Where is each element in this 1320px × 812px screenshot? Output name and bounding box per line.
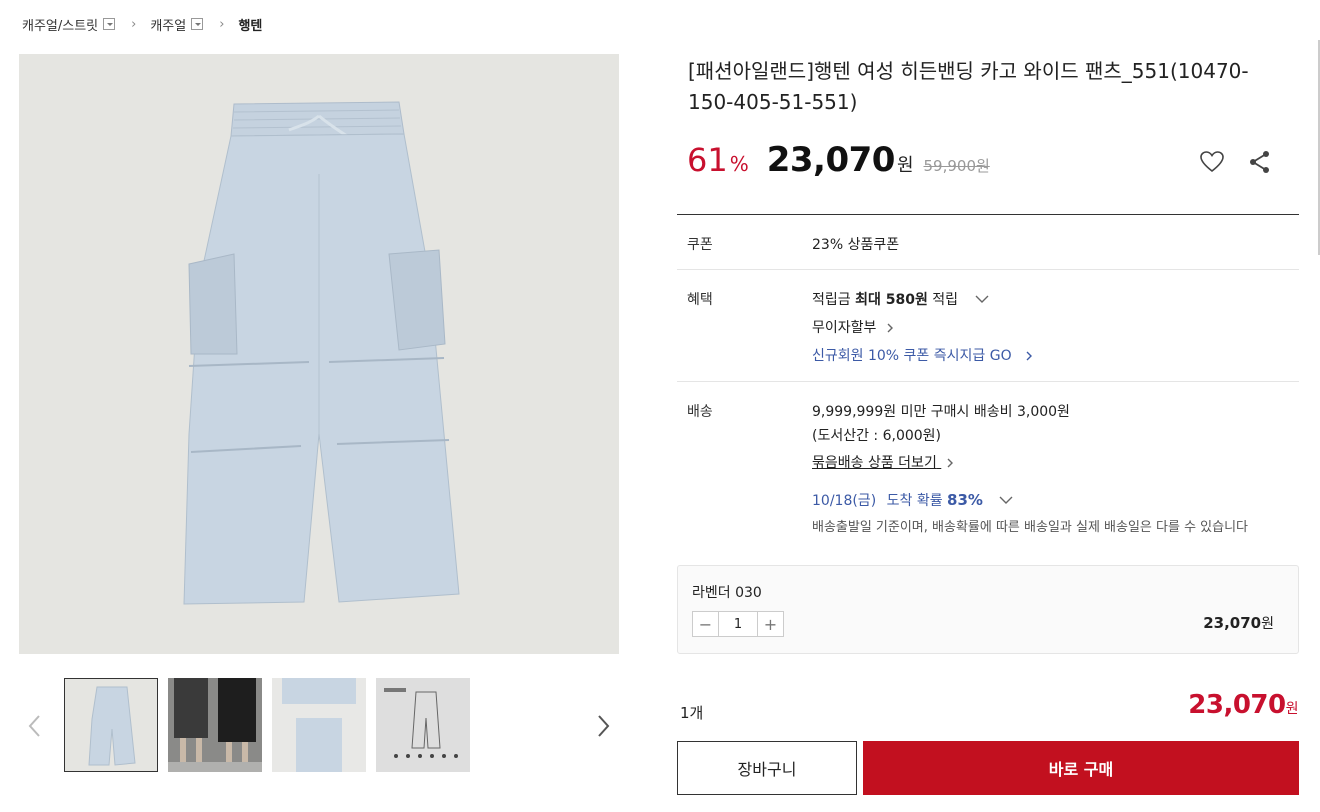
breadcrumb-separator: › bbox=[219, 16, 225, 32]
benefit-label: 혜택 bbox=[687, 292, 713, 308]
dropdown-icon[interactable] bbox=[103, 18, 116, 30]
discount-unit: % bbox=[729, 152, 749, 176]
breadcrumb-item-casual[interactable]: 캐주얼 bbox=[150, 15, 204, 34]
divider bbox=[677, 269, 1299, 270]
breadcrumb-label: 캐주얼/스트릿 bbox=[22, 18, 99, 34]
breadcrumb-label: 캐주얼 bbox=[150, 18, 187, 34]
total-quantity: 1개 bbox=[680, 704, 704, 722]
arrival-text: 도착 확률 bbox=[886, 493, 943, 509]
shipping-fee: 9,999,999원 미만 구매시 배송비 3,000원 bbox=[812, 404, 1070, 420]
total-price-value: 23,070 bbox=[1188, 690, 1286, 720]
thumbnail-image bbox=[376, 678, 470, 772]
discount-rate: 61 bbox=[687, 141, 728, 179]
thumbnail-image bbox=[168, 678, 262, 772]
shipping-remote-fee: (도서산간 : 6,000원) bbox=[812, 428, 942, 444]
sale-price: 23,070 bbox=[766, 140, 896, 180]
cart-button[interactable]: 장바구니 bbox=[677, 741, 857, 795]
quantity-value[interactable]: 1 bbox=[718, 612, 758, 636]
chevron-right-icon bbox=[887, 323, 893, 333]
thumbnail-image bbox=[65, 679, 157, 771]
chevron-down-icon[interactable] bbox=[971, 294, 993, 306]
price-row: 61 % 23,070 원 59,900원 bbox=[687, 140, 990, 184]
thumbnail-image bbox=[272, 678, 366, 772]
arrival-estimate[interactable]: 10/18(금) 도착 확률 83% bbox=[812, 490, 1017, 510]
pants-image bbox=[19, 54, 619, 654]
buy-now-button[interactable]: 바로 구매 bbox=[863, 741, 1299, 795]
total-price-currency: 원 bbox=[1285, 701, 1299, 717]
breadcrumb: 캐주얼/스트릿 › 캐주얼 › 행텐 bbox=[22, 14, 262, 34]
share-icon[interactable] bbox=[1248, 150, 1272, 178]
divider bbox=[677, 381, 1299, 382]
benefit-points[interactable]: 적립금 최대 580원 적립 bbox=[812, 289, 993, 309]
coupon-value: 23% 상품쿠폰 bbox=[812, 237, 900, 253]
chevron-right-icon bbox=[947, 458, 954, 468]
thumbnail-1[interactable] bbox=[64, 678, 158, 772]
points-suffix: 적립 bbox=[932, 292, 959, 308]
arrow-left-icon[interactable] bbox=[23, 712, 47, 740]
installment-link[interactable]: 무이자할부 bbox=[812, 317, 895, 337]
chevron-right-icon bbox=[1026, 351, 1033, 361]
arrival-date: 10/18(금) bbox=[812, 493, 877, 509]
new-member-coupon-link[interactable]: 신규회원 10% 쿠폰 즉시지급 GO bbox=[812, 345, 1034, 365]
installment-label: 무이자할부 bbox=[812, 320, 877, 336]
chevron-down-icon[interactable] bbox=[995, 495, 1017, 507]
original-price: 59,900원 bbox=[923, 157, 990, 175]
option-price-value: 23,070 bbox=[1203, 614, 1262, 632]
points-max: 최대 580원 bbox=[855, 292, 928, 308]
arrival-probability: 83% bbox=[947, 491, 983, 509]
points-prefix: 적립금 bbox=[812, 292, 851, 308]
bundle-label: 묶음배송 상품 더보기 bbox=[812, 455, 937, 471]
option-price-currency: 원 bbox=[1261, 616, 1274, 632]
minus-icon[interactable]: − bbox=[693, 612, 718, 636]
heart-icon[interactable] bbox=[1199, 150, 1225, 178]
selected-option-box: 라벤더 030 − 1 + 23,070원 bbox=[677, 565, 1299, 654]
plus-icon[interactable]: + bbox=[758, 612, 783, 636]
dropdown-icon[interactable] bbox=[191, 18, 204, 30]
breadcrumb-current[interactable]: 행텐 bbox=[238, 15, 262, 34]
breadcrumb-item-casual-street[interactable]: 캐주얼/스트릿 bbox=[22, 15, 116, 34]
product-title: [패션아일랜드]행텐 여성 히든밴딩 카고 와이드 팬츠_551(10470-1… bbox=[688, 59, 1249, 114]
coupon-label: 쿠폰 bbox=[687, 237, 713, 253]
new-member-label: 신규회원 10% 쿠폰 즉시지급 GO bbox=[812, 348, 1012, 364]
thumbnail-4[interactable] bbox=[376, 678, 470, 772]
shipping-label: 배송 bbox=[687, 404, 713, 420]
arrival-note: 배송출발일 기준이며, 배송확률에 따른 배송일과 실제 배송일은 다를 수 있… bbox=[812, 520, 1249, 535]
bundle-shipping-link[interactable]: 묶음배송 상품 더보기 bbox=[812, 452, 955, 472]
arrow-right-icon[interactable] bbox=[591, 712, 615, 740]
breadcrumb-separator: › bbox=[131, 16, 137, 32]
thumbnail-3[interactable] bbox=[272, 678, 366, 772]
divider bbox=[677, 214, 1299, 215]
quantity-stepper[interactable]: − 1 + bbox=[692, 611, 784, 637]
option-price: 23,070원 bbox=[1203, 613, 1274, 633]
thumbnail-2[interactable] bbox=[168, 678, 262, 772]
price-currency: 원 bbox=[896, 155, 914, 176]
total-price: 23,070원 bbox=[1188, 690, 1298, 720]
product-main-image bbox=[19, 54, 619, 654]
option-name: 라벤더 030 bbox=[692, 585, 762, 601]
